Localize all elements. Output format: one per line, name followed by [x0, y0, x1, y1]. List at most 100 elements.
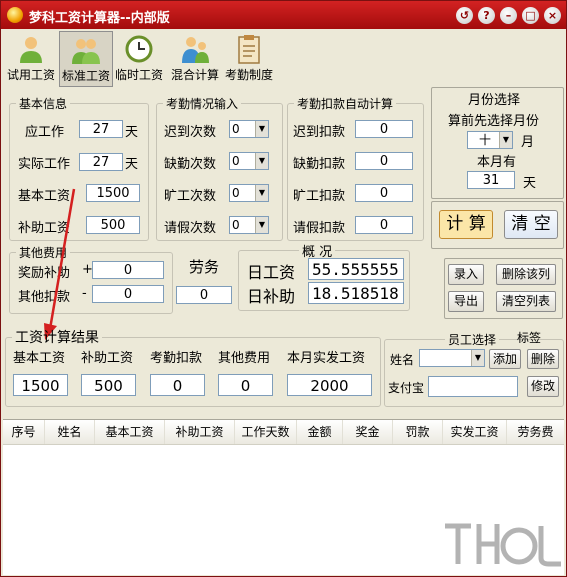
- chevron-down-icon[interactable]: ▼: [255, 217, 268, 233]
- col-header[interactable]: 姓名: [45, 420, 95, 444]
- result-base-wage-label: 基本工资: [13, 351, 66, 366]
- days-unit: 天: [523, 176, 537, 191]
- deduction-auto-legend: 考勤扣款自动计算: [297, 97, 394, 111]
- late-deduction-value[interactable]: 0: [355, 120, 413, 138]
- truancy-deduction-value[interactable]: 0: [355, 184, 413, 202]
- result-other-fees-label: 其他费用: [218, 351, 271, 366]
- col-header[interactable]: 补助工资: [165, 420, 235, 444]
- truancy-count-select[interactable]: 0 ▼: [229, 184, 269, 202]
- minimize-icon[interactable]: –: [500, 7, 517, 24]
- tab-label: 考勤制度: [224, 68, 273, 82]
- absence-count-label: 缺勤次数: [164, 157, 217, 172]
- chevron-down-icon[interactable]: ▼: [255, 185, 268, 201]
- month-select-title: 月份选择: [468, 93, 521, 108]
- daily-wage-value[interactable]: 55.555555: [308, 258, 404, 280]
- help-icon[interactable]: ?: [478, 7, 495, 24]
- tab-label: 试用工资: [6, 68, 55, 82]
- late-deduction-label: 迟到扣款: [293, 125, 346, 140]
- absence-count-value: 0: [232, 154, 240, 168]
- absence-deduction-value[interactable]: 0: [355, 152, 413, 170]
- tab-temp-wage[interactable]: 临时工资: [113, 31, 165, 85]
- group-icon: [72, 39, 100, 64]
- base-wage-input[interactable]: 1500: [86, 184, 140, 202]
- chevron-down-icon[interactable]: ▼: [471, 350, 484, 366]
- month-unit: 月: [521, 135, 535, 150]
- tab-trial-wage[interactable]: 试用工资: [5, 31, 57, 85]
- maximize-icon[interactable]: □: [522, 7, 539, 24]
- person-icon: [20, 37, 42, 63]
- tab-standard-wage[interactable]: 标准工资: [59, 31, 113, 87]
- month-select-hint: 算前先选择月份: [448, 114, 540, 129]
- edit-employee-button[interactable]: 修改: [527, 376, 559, 397]
- employee-name-select[interactable]: ▼: [419, 349, 485, 367]
- result-subsidy-value[interactable]: 500: [81, 374, 136, 396]
- result-base-wage-value[interactable]: 1500: [13, 374, 68, 396]
- col-header[interactable]: 金额: [297, 420, 343, 444]
- app-logo-icon: [7, 7, 23, 23]
- col-header[interactable]: 基本工资: [95, 420, 165, 444]
- late-count-select[interactable]: 0 ▼: [229, 120, 269, 138]
- result-subsidy-label: 补助工资: [81, 351, 134, 366]
- app-window: 梦科工资计算器--内部版 ↺ ? – □ × 试用工资 标准工资 临时工资 混合…: [0, 0, 567, 577]
- daily-subsidy-value[interactable]: 18.518518: [308, 282, 404, 304]
- add-employee-button[interactable]: 添加: [489, 349, 521, 369]
- absence-deduction-label: 缺勤扣款: [293, 157, 346, 172]
- add-record-button[interactable]: 录入: [448, 264, 484, 285]
- bonus-input[interactable]: 0: [92, 261, 164, 279]
- minus-sign: -: [82, 286, 87, 301]
- leave-count-select[interactable]: 0 ▼: [229, 216, 269, 234]
- employee-legend: 员工选择: [448, 333, 497, 347]
- clear-button[interactable]: 清 空: [504, 210, 558, 239]
- result-attendance-deduct-value[interactable]: 0: [150, 374, 205, 396]
- restore-icon[interactable]: ↺: [456, 7, 473, 24]
- col-header[interactable]: 奖金: [343, 420, 393, 444]
- leave-count-label: 请假次数: [164, 221, 217, 236]
- month-value: 十: [478, 133, 491, 147]
- clipboard-icon: [238, 35, 260, 64]
- col-header[interactable]: 实发工资: [443, 420, 507, 444]
- truancy-count-value: 0: [232, 186, 240, 200]
- actual-days-unit: 天: [125, 157, 139, 172]
- tab-attendance-rules[interactable]: 考勤制度: [223, 31, 275, 85]
- result-other-fees-value[interactable]: 0: [218, 374, 273, 396]
- result-attendance-deduct-label: 考勤扣款: [150, 351, 203, 366]
- leave-count-value: 0: [232, 218, 240, 232]
- employee-name-label: 姓名: [390, 353, 415, 367]
- toolbar: 试用工资 标准工资 临时工资 混合计算 考勤制度: [1, 29, 566, 87]
- tab-mixed-calc[interactable]: 混合计算: [169, 31, 221, 85]
- leave-deduction-value[interactable]: 0: [355, 216, 413, 234]
- chevron-down-icon[interactable]: ▼: [499, 132, 512, 148]
- tab-label: 混合计算: [170, 68, 219, 82]
- arrow-annotation: [44, 188, 76, 340]
- delete-row-button[interactable]: 删除该列: [496, 264, 556, 285]
- title-bar[interactable]: 梦科工资计算器--内部版 ↺ ? – □ ×: [1, 1, 566, 29]
- basic-info-legend: 基本信息: [19, 97, 68, 111]
- expected-days-label: 应工作: [25, 125, 65, 140]
- calculate-button[interactable]: 计 算: [439, 210, 493, 239]
- col-header[interactable]: 工作天数: [235, 420, 297, 444]
- days-in-month-label: 本月有: [477, 155, 517, 170]
- people-icon: [182, 37, 209, 63]
- col-header[interactable]: 罚款: [393, 420, 443, 444]
- col-header[interactable]: 劳务费: [507, 420, 564, 444]
- col-header[interactable]: 序号: [3, 420, 45, 444]
- chevron-down-icon[interactable]: ▼: [255, 121, 268, 137]
- absence-count-select[interactable]: 0 ▼: [229, 152, 269, 170]
- actual-days-input[interactable]: 27: [79, 153, 123, 171]
- result-net-pay-value[interactable]: 2000: [287, 374, 372, 396]
- attendance-input-legend: 考勤情况输入: [166, 97, 239, 111]
- tab-label: 临时工资: [114, 68, 163, 82]
- other-deduct-input[interactable]: 0: [92, 285, 164, 303]
- delete-employee-button[interactable]: 删除: [527, 349, 559, 369]
- month-select[interactable]: 十 ▼: [467, 131, 513, 149]
- expected-days-input[interactable]: 27: [79, 120, 123, 138]
- clear-list-button[interactable]: 清空列表: [496, 291, 556, 312]
- alipay-input[interactable]: [428, 376, 518, 397]
- subsidy-wage-input[interactable]: 500: [86, 216, 140, 234]
- export-button[interactable]: 导出: [448, 291, 484, 312]
- labor-label: 劳务: [189, 258, 220, 276]
- close-icon[interactable]: ×: [544, 7, 561, 24]
- days-in-month-input[interactable]: 31: [467, 171, 515, 189]
- chevron-down-icon[interactable]: ▼: [255, 153, 268, 169]
- labor-input[interactable]: 0: [176, 286, 232, 304]
